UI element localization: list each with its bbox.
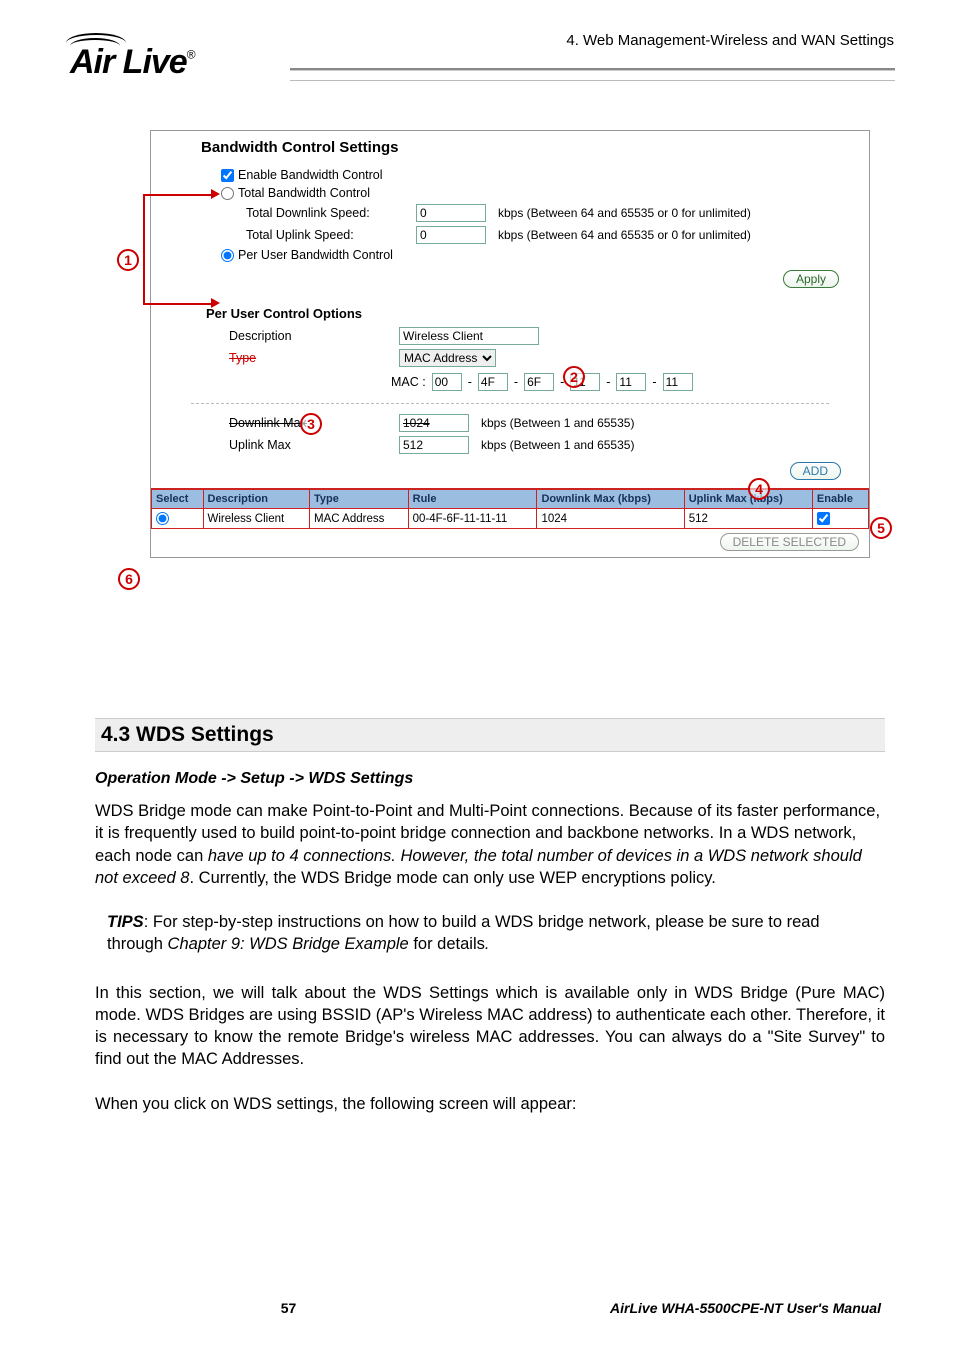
per-user-options-title: Per User Control Options <box>151 296 869 325</box>
callout-3-icon: 3 <box>300 413 322 435</box>
mac-octet-input[interactable] <box>432 373 462 391</box>
panel-title: Bandwidth Control Settings <box>151 131 869 166</box>
section-heading: 4.3 WDS Settings <box>95 718 885 752</box>
mac-octet-input[interactable] <box>524 373 554 391</box>
peruser-bw-radio[interactable] <box>221 249 234 262</box>
delete-selected-button[interactable]: DELETE SELECTED <box>720 533 859 551</box>
th-desc: Description <box>203 489 310 509</box>
logo-text: Air Live <box>70 43 187 81</box>
manual-title: AirLive WHA-5500CPE-NT User's Manual <box>486 1300 881 1316</box>
total-down-input[interactable] <box>416 204 486 222</box>
header-rule <box>290 80 895 81</box>
enable-bw-label: Enable Bandwidth Control <box>238 168 383 182</box>
mac-prefix: MAC : <box>391 375 426 389</box>
page-footer: 57 AirLive WHA-5500CPE-NT User's Manual <box>95 1300 885 1316</box>
operation-mode-path: Operation Mode -> Setup -> WDS Settings <box>95 770 885 788</box>
cell-desc: Wireless Client <box>203 509 310 529</box>
callout-6-icon: 6 <box>118 568 140 590</box>
hint-text: kbps (Between 1 and 65535) <box>481 438 634 452</box>
th-type: Type <box>310 489 409 509</box>
callout-arrow <box>143 303 213 305</box>
peruser-bw-label: Per User Bandwidth Control <box>238 248 393 262</box>
type-select[interactable]: MAC Address <box>399 349 496 367</box>
hint-text: kbps (Between 1 and 65535) <box>481 416 634 430</box>
total-up-input[interactable] <box>416 226 486 244</box>
uplink-max-label: Uplink Max <box>229 438 399 452</box>
paragraph: In this section, we will talk about the … <box>95 982 885 1071</box>
th-rule: Rule <box>408 489 537 509</box>
cell-up: 512 <box>684 509 812 529</box>
header-rule <box>290 68 895 70</box>
total-bw-label: Total Bandwidth Control <box>238 186 370 200</box>
downlink-max-input[interactable] <box>399 414 469 432</box>
table-row: Wireless Client MAC Address 00-4F-6F-11-… <box>152 509 869 529</box>
arrow-head-icon <box>211 189 220 199</box>
th-select: Select <box>152 489 204 509</box>
mac-octet-input[interactable] <box>478 373 508 391</box>
hint-text: kbps (Between 64 and 65535 or 0 for unli… <box>498 206 751 220</box>
paragraph: When you click on WDS settings, the foll… <box>95 1093 885 1115</box>
breadcrumb: 4. Web Management-Wireless and WAN Setti… <box>566 32 894 49</box>
row-enable-checkbox[interactable] <box>817 512 830 525</box>
callout-2-icon: 2 <box>563 366 585 388</box>
callout-1-icon: 1 <box>117 249 139 271</box>
enable-bw-checkbox[interactable] <box>221 169 234 182</box>
row-select-radio[interactable] <box>156 512 169 525</box>
description-label: Description <box>229 329 399 343</box>
total-bw-radio[interactable] <box>221 187 234 200</box>
cell-down: 1024 <box>537 509 684 529</box>
paragraph: WDS Bridge mode can make Point-to-Point … <box>95 800 885 889</box>
mac-octet-input[interactable] <box>663 373 693 391</box>
uplink-max-input[interactable] <box>399 436 469 454</box>
arrow-head-icon <box>211 298 220 308</box>
description-input[interactable] <box>399 327 539 345</box>
total-up-label: Total Uplink Speed: <box>246 228 416 242</box>
divider <box>191 403 829 404</box>
th-enable: Enable <box>812 489 868 509</box>
total-down-label: Total Downlink Speed: <box>246 206 416 220</box>
mac-octet-input[interactable] <box>616 373 646 391</box>
callout-5-icon: 5 <box>870 517 892 539</box>
callout-arrow <box>143 194 213 196</box>
callout-4-icon: 4 <box>748 478 770 500</box>
callout-arrow <box>143 194 145 304</box>
hint-text: kbps (Between 64 and 65535 or 0 for unli… <box>498 228 751 242</box>
apply-button[interactable]: Apply <box>783 270 839 288</box>
brand-logo: Air Live® <box>70 35 196 74</box>
page-number: 57 <box>95 1300 482 1316</box>
tips-block: TIPS: For step-by-step instructions on h… <box>107 911 873 956</box>
th-down: Downlink Max (kbps) <box>537 489 684 509</box>
cell-type: MAC Address <box>310 509 409 529</box>
cell-rule: 00-4F-6F-11-11-11 <box>408 509 537 529</box>
type-label: Type <box>229 351 399 365</box>
add-button[interactable]: ADD <box>790 462 841 480</box>
